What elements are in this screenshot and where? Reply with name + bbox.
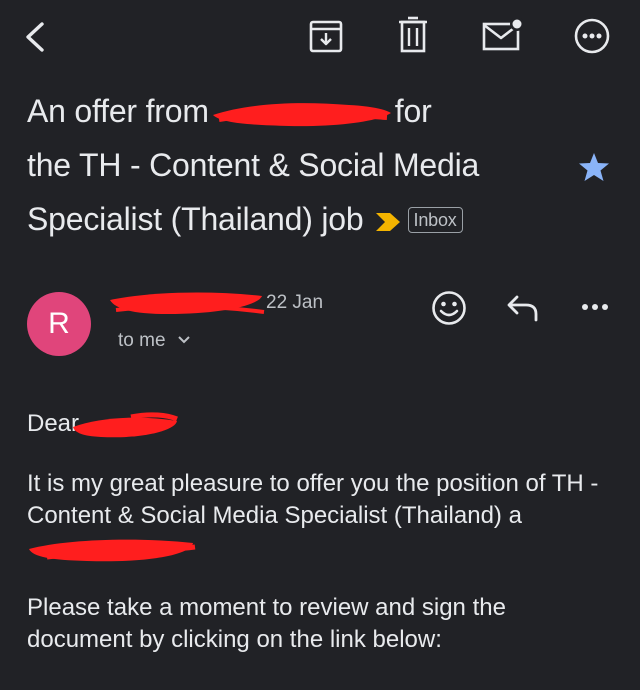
importance-marker-icon[interactable] (374, 211, 402, 233)
trash-icon[interactable] (396, 16, 430, 54)
subject-line-2: the TH - Content & Social Media (27, 147, 480, 183)
arrow-back-icon[interactable] (22, 20, 48, 54)
more-horizontal-icon[interactable] (574, 18, 610, 54)
star-icon[interactable] (578, 151, 610, 183)
recipient-toggle[interactable]: to me (118, 330, 166, 352)
mail-unread-icon[interactable] (482, 18, 524, 52)
email-date: 22 Jan (266, 292, 324, 313)
subject-text-line3: Specialist (Thailand) job (27, 201, 364, 237)
archive-icon[interactable] (308, 18, 344, 54)
subject-line-1: An offer from for (27, 84, 567, 138)
avatar[interactable]: R (27, 292, 91, 356)
emoji-reaction-icon[interactable] (431, 290, 467, 326)
top-toolbar (0, 0, 640, 80)
inbox-label-badge[interactable]: Inbox (407, 206, 463, 233)
sender-row: R 22 Jan to me (0, 280, 640, 360)
redaction-mark (29, 539, 196, 561)
reply-icon[interactable] (506, 294, 540, 322)
subject-text-start: An offer from (27, 93, 209, 129)
subject-text-end: for (394, 93, 432, 129)
redaction-mark (110, 292, 265, 314)
email-greeting: Dear (27, 408, 613, 441)
subject-line-3: Specialist (Thailand) job Inbox (27, 192, 567, 246)
email-subject: An offer from for the TH - Content & Soc… (27, 84, 567, 246)
redaction-mark (212, 102, 391, 126)
paragraph-1-text: It is my great pleasure to offer you the… (27, 470, 599, 529)
email-paragraph-2: Please take a moment to review and sign … (27, 594, 506, 653)
chevron-down-icon[interactable] (178, 335, 190, 345)
redaction-mark (73, 411, 178, 437)
more-options-icon[interactable] (580, 302, 610, 312)
email-paragraph-1: It is my great pleasure to offer you the… (27, 468, 613, 565)
